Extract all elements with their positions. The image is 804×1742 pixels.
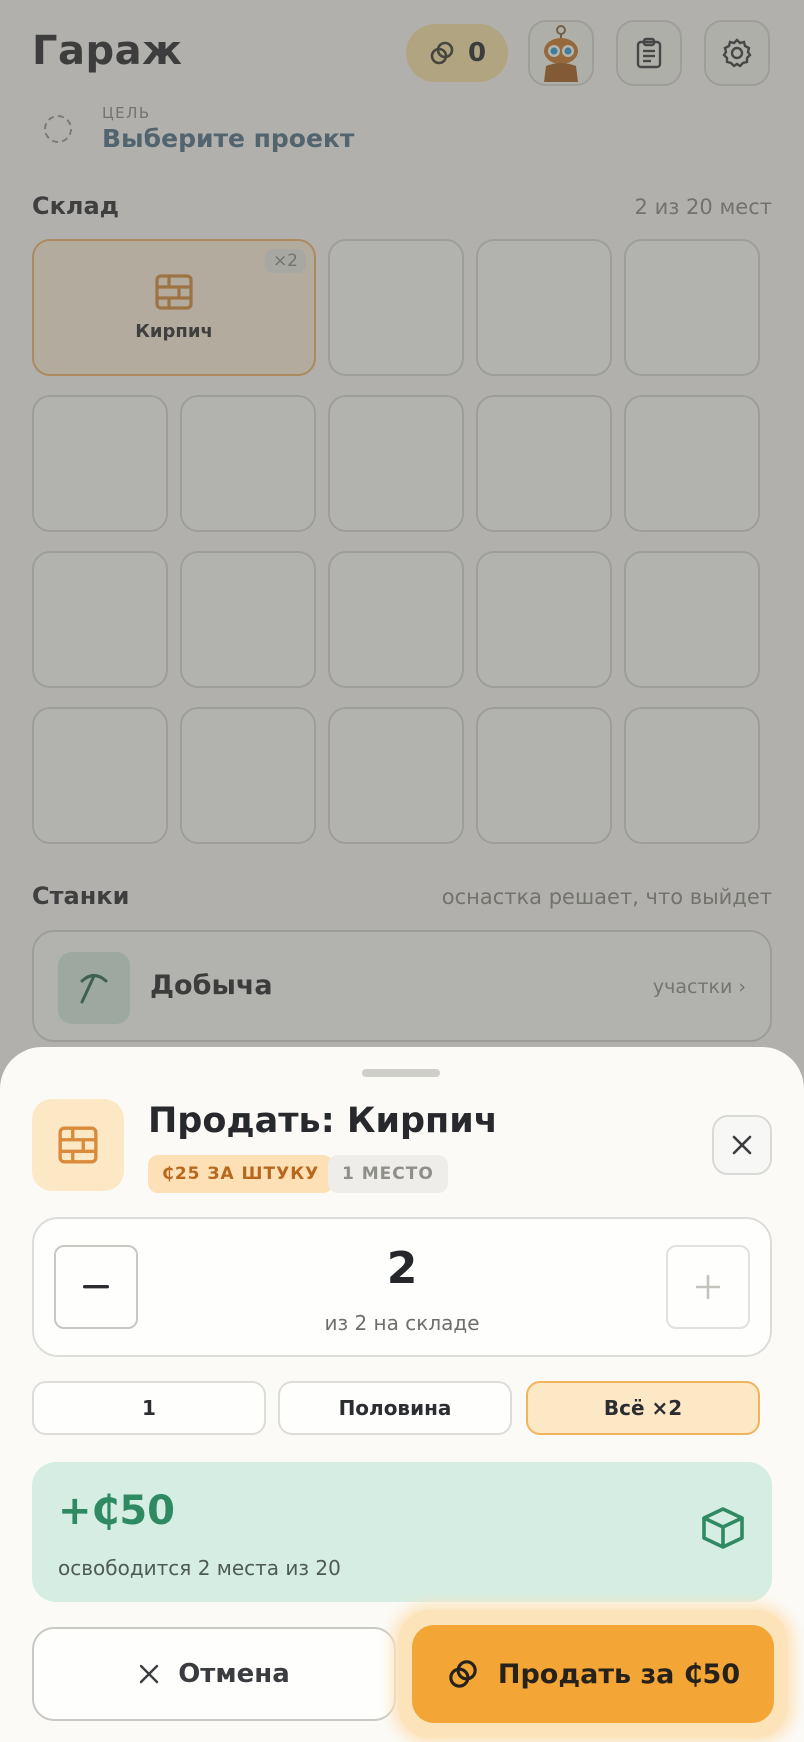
cancel-button[interactable]: Отмена: [32, 1627, 396, 1721]
page-title: Гараж: [32, 28, 183, 74]
brick-icon: [58, 1126, 98, 1164]
pickaxe-icon: [80, 974, 108, 1004]
coin-count: 0: [467, 38, 487, 68]
storage-slot-empty[interactable]: [328, 551, 464, 688]
gear-icon: [722, 38, 752, 68]
preset-half-button[interactable]: Половина: [278, 1381, 512, 1435]
goal-value: Выберите проект: [102, 124, 355, 153]
robot-avatar-icon: [544, 25, 578, 82]
storage-slot-empty[interactable]: [328, 395, 464, 532]
tasks-button[interactable]: [616, 20, 682, 86]
item-count-badge: ×2: [264, 249, 306, 273]
storage-slot-empty[interactable]: [32, 707, 168, 844]
sheet-title: Продать: Кирпич: [148, 1101, 498, 1141]
storage-capacity: 2 из 20 мест: [634, 195, 772, 219]
close-button[interactable]: [712, 1115, 772, 1175]
storage-grid: ×2 Кирпич: [32, 239, 772, 844]
coin-balance[interactable]: 0: [406, 24, 508, 82]
plus-icon: [696, 1275, 720, 1299]
quantity-stepper: 2 из 2 на складе: [32, 1217, 772, 1357]
price-tag: ₵25 ЗА ШТУКУ: [148, 1155, 334, 1193]
quantity-value: 2: [386, 1243, 418, 1294]
close-icon: [732, 1135, 752, 1155]
coins-icon: [430, 41, 454, 65]
storage-slot-brick[interactable]: ×2 Кирпич: [32, 239, 316, 376]
goal-caption: ЦЕЛЬ: [102, 104, 151, 122]
sell-button[interactable]: Продать за ₵50: [412, 1625, 774, 1723]
clipboard-icon: [636, 37, 662, 69]
machine-card-mining[interactable]: Добыча участки ›: [32, 930, 772, 1042]
increment-button[interactable]: [666, 1245, 750, 1329]
cancel-label: Отмена: [178, 1659, 290, 1689]
storage-slot-empty[interactable]: [180, 551, 316, 688]
machine-icon-box: [58, 952, 130, 1024]
storage-slot-empty[interactable]: [476, 707, 612, 844]
storage-slot-empty[interactable]: [476, 551, 612, 688]
goal-empty-icon: [44, 114, 72, 143]
sale-summary: +₵50 освободится 2 места из 20: [32, 1462, 772, 1602]
coins-icon: [449, 1660, 477, 1688]
preset-all-button[interactable]: Всё ×2: [526, 1381, 760, 1435]
sell-sheet: Продать: Кирпич ₵25 ЗА ШТУКУ 1 МЕСТО 2 и…: [0, 1047, 804, 1742]
quantity-available: из 2 на складе: [324, 1311, 480, 1335]
storage-title: Склад: [32, 192, 120, 220]
goal-selector[interactable]: ЦЕЛЬ Выберите проект: [44, 104, 354, 153]
brick-icon: [155, 274, 193, 310]
preset-one-button[interactable]: 1: [32, 1381, 266, 1435]
settings-button[interactable]: [704, 20, 770, 86]
storage-slot-empty[interactable]: [624, 395, 760, 532]
storage-slot-empty[interactable]: [476, 395, 612, 532]
avatar-button[interactable]: [528, 20, 594, 86]
close-icon: [140, 1664, 159, 1684]
machine-link[interactable]: участки ›: [653, 976, 746, 998]
item-name: Кирпич: [135, 321, 213, 342]
sheet-item-icon-box: [32, 1099, 124, 1191]
storage-slot-empty[interactable]: [32, 395, 168, 532]
storage-slot-empty[interactable]: [476, 239, 612, 376]
machines-hint: оснастка решает, что выйдет: [441, 885, 772, 909]
storage-slot-empty[interactable]: [328, 239, 464, 376]
sell-label: Продать за ₵50: [497, 1658, 741, 1690]
storage-slot-empty[interactable]: [624, 551, 760, 688]
storage-slot-empty[interactable]: [624, 707, 760, 844]
machines-title: Станки: [32, 882, 130, 910]
sale-amount: +₵50: [58, 1488, 176, 1534]
sale-freed-slots: освободится 2 места из 20: [58, 1556, 341, 1580]
sheet-handle[interactable]: [362, 1069, 440, 1077]
storage-slot-empty[interactable]: [32, 551, 168, 688]
box-icon: [702, 1507, 744, 1549]
machine-name: Добыча: [150, 970, 273, 1001]
storage-slot-empty[interactable]: [328, 707, 464, 844]
slots-tag: 1 МЕСТО: [328, 1155, 448, 1193]
storage-slot-empty[interactable]: [180, 395, 316, 532]
storage-slot-empty[interactable]: [180, 707, 316, 844]
storage-slot-empty[interactable]: [624, 239, 760, 376]
